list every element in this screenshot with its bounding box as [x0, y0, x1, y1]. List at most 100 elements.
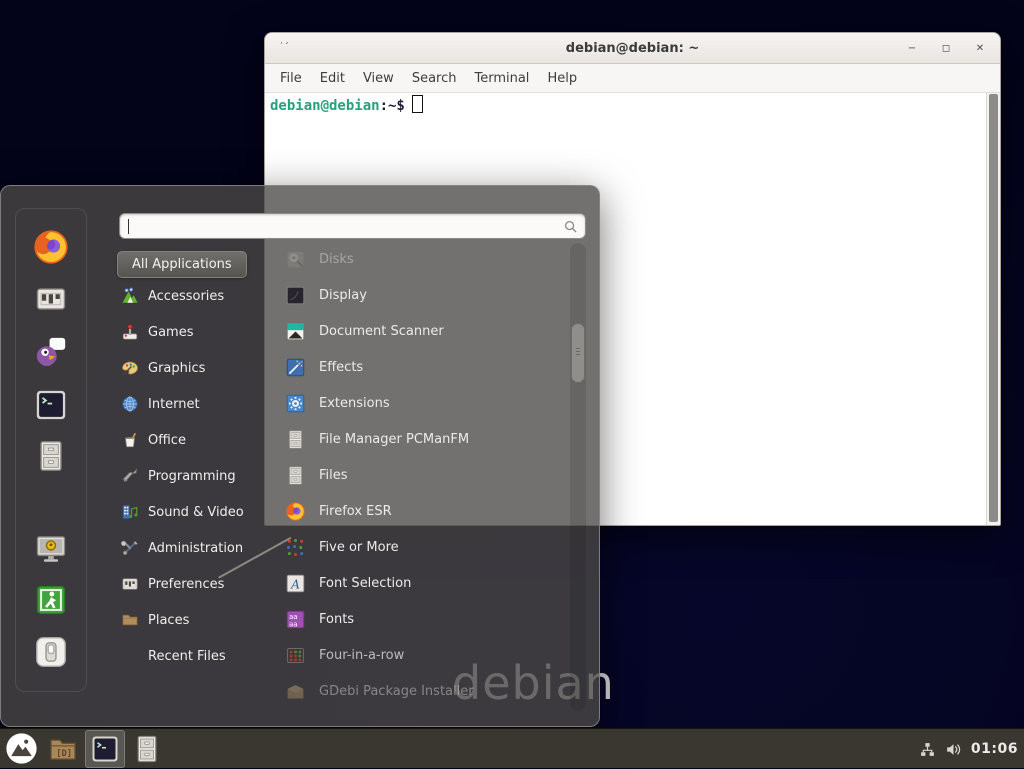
extensions-icon: [285, 393, 306, 414]
favorite-firefox[interactable]: [32, 228, 70, 266]
places-icon: [121, 611, 139, 629]
administration-icon: [121, 539, 139, 557]
volume-icon[interactable]: [945, 741, 962, 758]
office-icon: [121, 431, 139, 449]
network-icon[interactable]: [919, 741, 936, 758]
app-item-document-scanner[interactable]: Document Scanner: [285, 313, 565, 349]
menu-scrollbar-thumb[interactable]: [571, 323, 585, 383]
app-item-five-or-more[interactable]: Five or More: [285, 529, 565, 565]
four-in-a-row-icon: [285, 645, 306, 666]
terminal-menu-edit[interactable]: Edit: [311, 68, 354, 89]
category-label: Administration: [148, 541, 243, 556]
favorite-terminal[interactable]: [34, 388, 68, 422]
category-label: Office: [148, 433, 186, 448]
terminal-scrollbar-thumb[interactable]: [989, 94, 998, 522]
terminal-menu-search[interactable]: Search: [403, 68, 466, 89]
app-label: Document Scanner: [319, 324, 444, 339]
app-item-extensions[interactable]: Extensions: [285, 385, 565, 421]
category-preferences[interactable]: Preferences: [117, 566, 271, 602]
app-item-files[interactable]: Files: [285, 457, 565, 493]
category-programming[interactable]: Programming: [117, 458, 271, 494]
category-label: Recent Files: [148, 649, 226, 664]
close-button[interactable]: ✕: [974, 43, 986, 54]
taskbar-terminal-launcher[interactable]: [85, 730, 125, 768]
app-item-font-selection[interactable]: A Font Selection: [285, 565, 565, 601]
font-selection-icon: A: [285, 573, 306, 594]
app-item-effects[interactable]: Effects: [285, 349, 565, 385]
app-label: Effects: [319, 360, 363, 375]
category-label: Games: [148, 325, 193, 340]
category-accessories[interactable]: Accessories: [117, 278, 271, 314]
display-icon: [285, 285, 306, 306]
app-label: Four-in-a-row: [319, 648, 404, 663]
favorite-control-panel[interactable]: [34, 282, 68, 316]
firefox-icon: [285, 501, 306, 522]
terminal-menu-help[interactable]: Help: [538, 68, 586, 89]
favorite-lock-screen[interactable]: [34, 532, 68, 566]
category-label: Accessories: [148, 289, 224, 304]
text-caret: [128, 219, 129, 234]
minimize-button[interactable]: −: [906, 43, 918, 54]
app-item-four-in-a-row[interactable]: Four-in-a-row: [285, 637, 565, 673]
app-label: Five or More: [319, 540, 399, 555]
effects-icon: [285, 357, 306, 378]
app-list: Disks Display Document Scanner Effects Exten…: [285, 241, 565, 711]
graphics-icon: [121, 359, 139, 377]
category-label: Sound & Video: [148, 505, 244, 520]
search-box[interactable]: [119, 213, 586, 239]
menu-scrollbar[interactable]: [570, 243, 586, 711]
maximize-button[interactable]: ◻: [940, 43, 952, 54]
category-sound-video[interactable]: Sound & Video: [117, 494, 271, 530]
app-item-firefox-esr[interactable]: Firefox ESR: [285, 493, 565, 529]
category-office[interactable]: Office: [117, 422, 271, 458]
search-icon: [563, 219, 578, 234]
terminal-menu-file[interactable]: File: [271, 68, 311, 89]
category-places[interactable]: Places: [117, 602, 271, 638]
internet-icon: [121, 395, 139, 413]
accessories-icon: [121, 287, 139, 305]
svg-text:[D]: [D]: [56, 748, 72, 758]
app-label: Display: [319, 288, 367, 303]
category-recent-files[interactable]: Recent Files: [117, 638, 271, 674]
programming-icon: [121, 467, 139, 485]
taskbar-file-manager-launcher[interactable]: [127, 730, 167, 768]
app-label: Disks: [319, 252, 354, 267]
games-icon: [121, 323, 139, 341]
app-item-fonts[interactable]: aaaaFonts: [285, 601, 565, 637]
app-label: Files: [319, 468, 348, 483]
category-all-applications[interactable]: All Applications: [117, 251, 247, 278]
app-label: Extensions: [319, 396, 390, 411]
favorites-column: [15, 208, 87, 692]
favorite-file-cabinet[interactable]: [34, 439, 68, 473]
sound-video-icon: [121, 503, 139, 521]
app-item-disks[interactable]: Disks: [285, 241, 565, 277]
terminal-scrollbar[interactable]: [986, 93, 1000, 525]
favorite-logout[interactable]: [34, 583, 68, 617]
clock[interactable]: 01:06: [971, 741, 1018, 757]
app-label: Firefox ESR: [319, 504, 392, 519]
app-item-file-manager-pcmanfm[interactable]: File Manager PCManFM: [285, 421, 565, 457]
app-label: Font Selection: [319, 576, 411, 591]
terminal-titlebar[interactable]: ˙ˊ debian@debian: ~ −◻✕: [265, 33, 1000, 64]
terminal-menu-terminal[interactable]: Terminal: [465, 68, 538, 89]
app-item-display[interactable]: Display: [285, 277, 565, 313]
category-label: Programming: [148, 469, 236, 484]
app-item-gdebi-package-installer[interactable]: GDebi Package Installer: [285, 673, 565, 709]
category-label: Preferences: [148, 577, 224, 592]
search-input[interactable]: [128, 215, 559, 237]
taskbar-menu-button[interactable]: [1, 730, 41, 768]
category-games[interactable]: Games: [117, 314, 271, 350]
category-graphics[interactable]: Graphics: [117, 350, 271, 386]
category-label: Graphics: [148, 361, 205, 376]
favorite-pidgin[interactable]: [34, 335, 68, 369]
system-tray: 01:06: [919, 729, 1018, 769]
preferences-icon: [121, 575, 139, 593]
terminal-cursor: [412, 95, 423, 113]
category-internet[interactable]: Internet: [117, 386, 271, 422]
terminal-menu-view[interactable]: View: [354, 68, 403, 89]
fonts-icon: aaaa: [285, 609, 306, 630]
document-scanner-icon: [285, 321, 306, 342]
favorite-shutdown[interactable]: [34, 635, 68, 669]
taskbar-file-manager-desktop-launcher[interactable]: [D]: [43, 730, 83, 768]
taskbar: [D] 01:06: [0, 728, 1024, 768]
